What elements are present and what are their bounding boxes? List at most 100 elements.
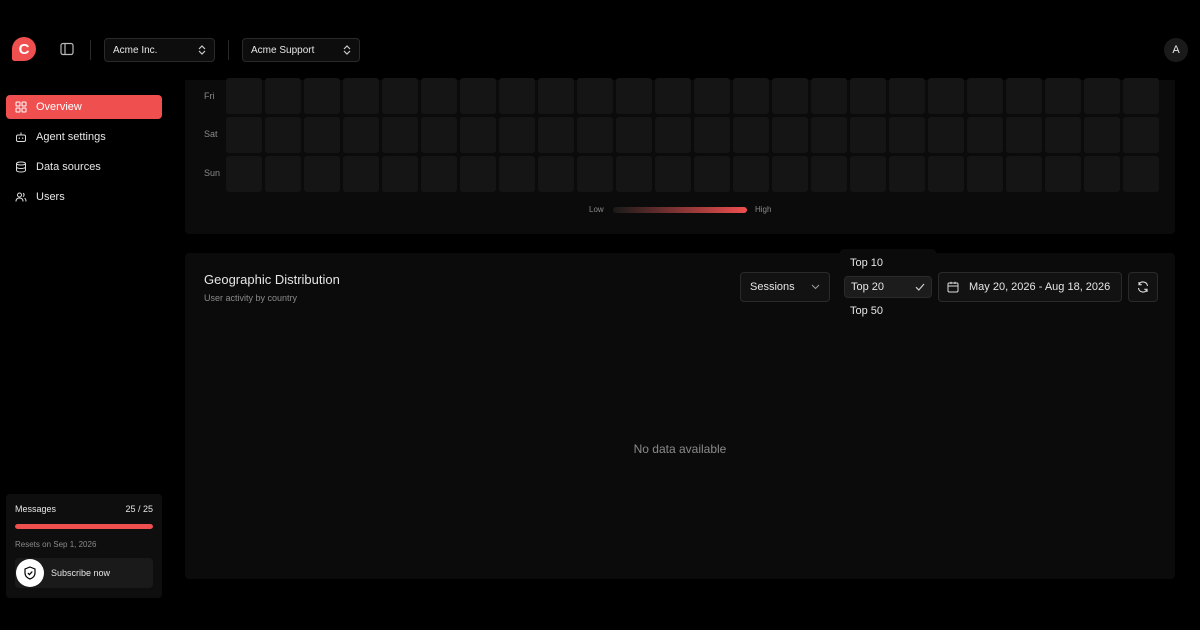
top-bar: C Acme Inc. Acme Support A <box>0 0 1200 80</box>
heatmap-cell[interactable] <box>382 117 418 153</box>
heatmap-cell[interactable] <box>811 156 847 192</box>
heatmap-cell[interactable] <box>460 78 496 114</box>
sidebar-item-overview[interactable]: Overview <box>6 95 162 119</box>
heatmap-cell[interactable] <box>694 156 730 192</box>
organization-select[interactable]: Acme Inc. <box>104 38 215 62</box>
heatmap-cell[interactable] <box>850 78 886 114</box>
heatmap-cell[interactable] <box>265 156 301 192</box>
geographic-distribution-card: Geographic Distribution User activity by… <box>185 253 1175 579</box>
heatmap-cell[interactable] <box>694 117 730 153</box>
heatmap-cell[interactable] <box>1123 156 1159 192</box>
heatmap-cell[interactable] <box>1045 156 1081 192</box>
heatmap-cell[interactable] <box>304 117 340 153</box>
heatmap-cell[interactable] <box>772 78 808 114</box>
heatmap-cell[interactable] <box>421 117 457 153</box>
heatmap-cell[interactable] <box>1123 78 1159 114</box>
heatmap-cell[interactable] <box>655 117 691 153</box>
heatmap-cell[interactable] <box>889 117 925 153</box>
heatmap-cell[interactable] <box>850 117 886 153</box>
heatmap-cell[interactable] <box>499 78 535 114</box>
sidebar-item-data-sources[interactable]: Data sources <box>6 155 162 179</box>
heatmap-cell[interactable] <box>694 78 730 114</box>
database-icon <box>16 161 26 173</box>
heatmap-cell[interactable] <box>421 156 457 192</box>
heatmap-cell[interactable] <box>499 156 535 192</box>
heatmap-cell[interactable] <box>655 156 691 192</box>
metric-select[interactable]: Sessions <box>740 272 830 302</box>
day-label: Sun <box>204 168 221 178</box>
dropdown-option-top-50[interactable]: Top 50 <box>844 300 932 322</box>
heatmap-cell[interactable] <box>304 78 340 114</box>
heatmap-cell[interactable] <box>655 78 691 114</box>
date-range-picker[interactable]: May 20, 2026 - Aug 18, 2026 <box>938 272 1122 302</box>
heatmap-cell[interactable] <box>538 78 574 114</box>
sidebar-toggle-icon[interactable] <box>60 42 74 56</box>
heatmap-cell[interactable] <box>1006 78 1042 114</box>
heatmap-cell[interactable] <box>1084 156 1120 192</box>
heatmap-cell[interactable] <box>928 117 964 153</box>
heatmap-cell[interactable] <box>1084 78 1120 114</box>
heatmap-cell[interactable] <box>343 78 379 114</box>
heatmap-cell[interactable] <box>616 78 652 114</box>
heatmap-cell[interactable] <box>304 156 340 192</box>
grid-icon <box>15 101 27 113</box>
heatmap-cell[interactable] <box>1084 117 1120 153</box>
heatmap-cell[interactable] <box>733 78 769 114</box>
heatmap-cell[interactable] <box>499 117 535 153</box>
app-logo[interactable]: C <box>12 37 36 61</box>
heatmap-cell[interactable] <box>1045 78 1081 114</box>
heatmap-cell[interactable] <box>967 117 1003 153</box>
heatmap-cell[interactable] <box>226 78 262 114</box>
heatmap-cell[interactable] <box>577 156 613 192</box>
heatmap-legend-gradient <box>613 207 747 213</box>
heatmap-cell[interactable] <box>265 78 301 114</box>
sidebar-item-agent-settings[interactable]: Agent settings <box>6 125 162 149</box>
heatmap-cell[interactable] <box>460 156 496 192</box>
heatmap-cell[interactable] <box>382 156 418 192</box>
dropdown-option-top-20[interactable]: Top 20 <box>844 276 932 298</box>
heatmap-cell[interactable] <box>1123 117 1159 153</box>
heatmap-cell[interactable] <box>1006 117 1042 153</box>
heatmap-cell[interactable] <box>811 78 847 114</box>
heatmap-cell[interactable] <box>967 156 1003 192</box>
heatmap-cell[interactable] <box>421 78 457 114</box>
heatmap-cell[interactable] <box>889 156 925 192</box>
heatmap-cell[interactable] <box>733 117 769 153</box>
heatmap-cell[interactable] <box>772 156 808 192</box>
day-label: Fri <box>204 91 215 101</box>
heatmap-cell[interactable] <box>226 156 262 192</box>
messages-usage-card: Messages 25 / 25 Resets on Sep 1, 2026 S… <box>6 494 162 598</box>
heatmap-cell[interactable] <box>889 78 925 114</box>
heatmap-cell[interactable] <box>226 117 262 153</box>
heatmap-cell[interactable] <box>1006 156 1042 192</box>
agent-select[interactable]: Acme Support <box>242 38 360 62</box>
refresh-button[interactable] <box>1128 272 1158 302</box>
divider <box>228 40 229 60</box>
heatmap-cell[interactable] <box>928 156 964 192</box>
heatmap-cell[interactable] <box>538 117 574 153</box>
heatmap-cell[interactable] <box>616 156 652 192</box>
subscribe-button[interactable]: Subscribe now <box>15 558 153 588</box>
heatmap-cell[interactable] <box>733 156 769 192</box>
heatmap-cell[interactable] <box>382 78 418 114</box>
sidebar-item-users[interactable]: Users <box>6 185 162 209</box>
heatmap-cell[interactable] <box>577 78 613 114</box>
heatmap-cell[interactable] <box>967 78 1003 114</box>
heatmap-cell[interactable] <box>1045 117 1081 153</box>
legend-low-label: Low <box>589 205 604 214</box>
heatmap-cell[interactable] <box>538 156 574 192</box>
user-avatar[interactable]: A <box>1164 38 1188 62</box>
heatmap-cell[interactable] <box>343 117 379 153</box>
heatmap-cell[interactable] <box>928 78 964 114</box>
heatmap-cell[interactable] <box>850 156 886 192</box>
heatmap-cell[interactable] <box>343 156 379 192</box>
heatmap-cell[interactable] <box>772 117 808 153</box>
heatmap-cell[interactable] <box>811 117 847 153</box>
robot-icon <box>16 132 26 142</box>
heatmap-cell[interactable] <box>265 117 301 153</box>
dropdown-option-top-10[interactable]: Top 10 <box>844 252 932 274</box>
heatmap-cell[interactable] <box>577 117 613 153</box>
heatmap-cell[interactable] <box>616 117 652 153</box>
messages-progress-bar <box>15 524 153 529</box>
heatmap-cell[interactable] <box>460 117 496 153</box>
